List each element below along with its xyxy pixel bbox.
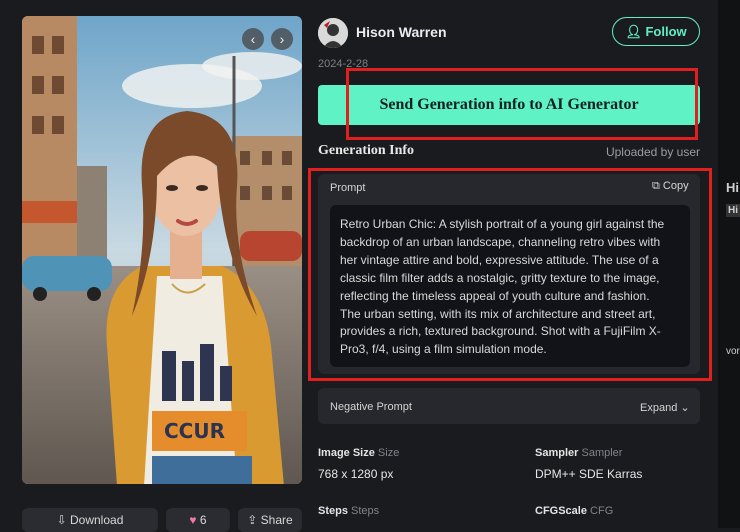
generated-image[interactable]: CCUR ‹ ›	[22, 16, 302, 484]
add-user-icon: 👤︎	[625, 24, 646, 39]
negative-prompt-label: Negative Prompt	[330, 401, 412, 413]
sampler-value: DPM++ SDE Karras	[535, 467, 643, 481]
sampler-label: Sampler Sampler	[535, 447, 623, 459]
adjacent-card-strip: Hi Hi vor	[718, 0, 740, 528]
svg-text:CCUR: CCUR	[164, 419, 225, 443]
avatar[interactable]	[318, 18, 348, 48]
uploaded-by-label: Uploaded by user	[605, 145, 700, 159]
generation-info-title: Generation Info	[318, 143, 415, 158]
previous-image-button[interactable]: ‹	[242, 28, 264, 50]
portrait-illustration: CCUR	[22, 16, 302, 484]
author-name[interactable]: Hison Warren	[356, 24, 447, 40]
image-size-value: 768 x 1280 px	[318, 467, 394, 481]
adjacent-card-text: vor	[726, 346, 740, 357]
avatar-image	[318, 18, 348, 48]
download-button[interactable]: ⇩ Download	[22, 508, 158, 532]
next-image-button[interactable]: ›	[271, 28, 293, 50]
expand-button[interactable]: Expand ⌄	[640, 401, 690, 414]
heart-icon: ♥	[189, 513, 200, 527]
share-button[interactable]: ⇪ Share	[238, 508, 302, 532]
steps-label: Steps Steps	[318, 505, 380, 517]
like-button[interactable]: ♥ 6	[166, 508, 230, 532]
highlight-box-send	[346, 68, 698, 140]
download-icon: ⇩	[56, 513, 70, 527]
adjacent-card-text: Hi	[726, 180, 739, 195]
image-size-label: Image Size Size	[318, 447, 400, 459]
cfg-scale-label: CFGScale CFG	[535, 505, 614, 517]
share-icon: ⇪	[247, 513, 261, 527]
follow-button[interactable]: 👤︎ Follow	[612, 17, 700, 46]
highlight-box-prompt	[308, 168, 712, 381]
adjacent-card-badge: Hi	[726, 204, 740, 217]
chevron-down-icon: ⌄	[677, 402, 690, 414]
